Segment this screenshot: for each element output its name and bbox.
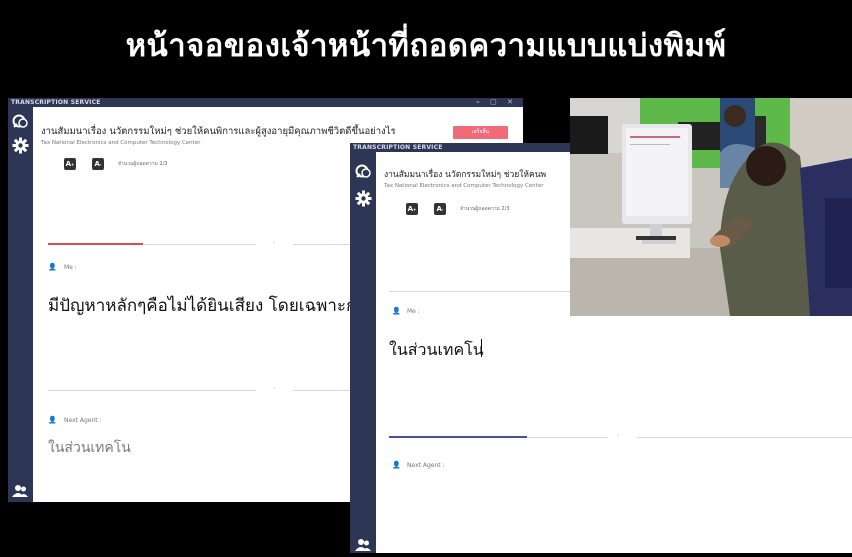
- title-bar: TRANSCRIPTION SERVICE – ▢ ✕: [8, 98, 523, 107]
- font-decrease-button[interactable]: A-: [434, 203, 446, 215]
- window-controls[interactable]: – ▢ ✕: [476, 98, 517, 107]
- organization-name: Tax National Electronics and Computer Te…: [41, 140, 201, 146]
- font-decrease-button[interactable]: A-: [92, 158, 104, 170]
- title-bar-text: TRANSCRIPTION SERVICE: [353, 144, 443, 151]
- finish-button[interactable]: เสร็จสิ้น: [453, 126, 508, 139]
- users-icon[interactable]: [355, 538, 372, 552]
- progress-bar-top: [48, 243, 143, 245]
- divider-dot: ◦: [616, 432, 621, 440]
- next-agent-label: Next Agent :: [407, 462, 445, 469]
- topic-title: งานสัมมนาเรื่อง นวัตกรรมใหม่ๆ ช่วยให้คนพ…: [41, 126, 396, 137]
- agent-count: จำนวนผู้ถอดความ 2/3: [118, 161, 168, 167]
- slide-title: หน้าจอของเจ้าหน้าที่ถอดความแบบแบ่งพิมพ์: [125, 28, 727, 64]
- agent-icon: 👤: [392, 461, 401, 469]
- me-icon: 👤: [48, 263, 57, 271]
- office-photo: [570, 98, 852, 316]
- organization-name: Tax National Electronics and Computer Te…: [384, 183, 544, 189]
- me-label: Me :: [407, 308, 420, 315]
- agent-icon: 👤: [48, 416, 57, 424]
- users-icon[interactable]: [12, 484, 29, 498]
- agent-count: จำนวนผู้ถอดความ 2/3: [460, 206, 510, 212]
- sidebar: [8, 107, 33, 502]
- gear-icon[interactable]: [12, 137, 29, 154]
- font-increase-button[interactable]: A +: [406, 203, 418, 215]
- me-transcript[interactable]: ในส่วนเทคโน: [389, 338, 484, 363]
- next-agent-transcript: ในส่วนเทคโน: [48, 440, 131, 456]
- chat-icon[interactable]: [12, 114, 29, 130]
- chat-icon[interactable]: [355, 164, 372, 180]
- next-agent-label: Next Agent :: [64, 417, 102, 424]
- divider-dot: ◦: [272, 239, 277, 247]
- font-increase-button[interactable]: A +: [64, 158, 76, 170]
- divider-bottom: [48, 390, 256, 391]
- me-icon: 👤: [392, 307, 401, 315]
- divider-top: [389, 291, 579, 292]
- divider-dot-2: ◦: [272, 385, 277, 393]
- me-transcript[interactable]: มีปัญหาหลักๆคือไม่ได้ยินเสียง โดยเฉพาะกล…: [48, 292, 378, 319]
- text-cursor: [481, 339, 482, 357]
- topic-title: งานสัมมนาเรื่อง นวัตกรรมใหม่ๆ ช่วยให้คนพ: [384, 170, 547, 180]
- sidebar: [350, 152, 376, 553]
- me-label: Me :: [64, 264, 77, 271]
- divider-bottom-right: [637, 437, 852, 438]
- title-bar-text: TRANSCRIPTION SERVICE: [11, 99, 101, 106]
- gear-icon[interactable]: [355, 190, 372, 207]
- progress-bar-bottom: [389, 436, 527, 438]
